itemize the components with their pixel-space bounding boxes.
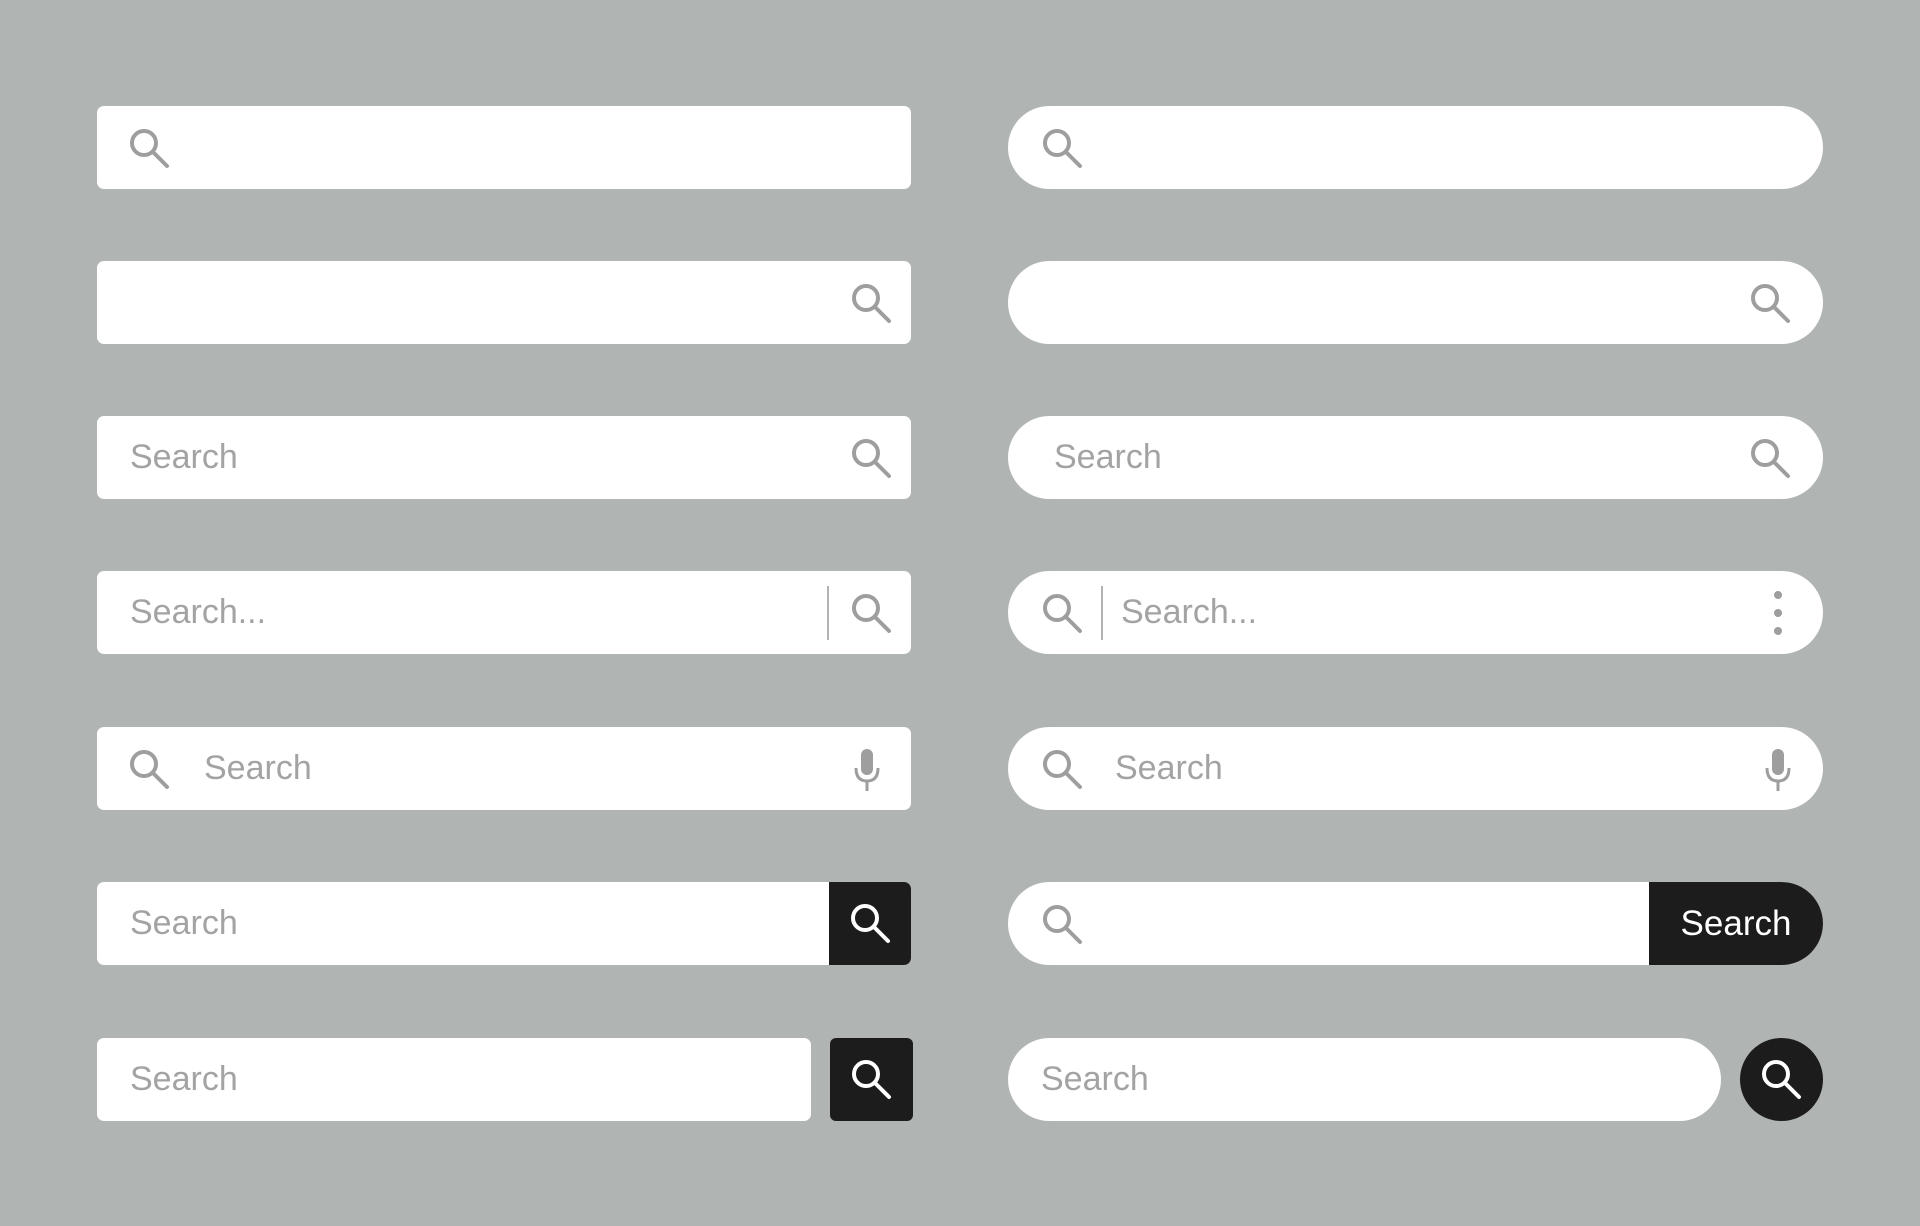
search-placeholder: Search bbox=[204, 749, 312, 787]
search-placeholder: Search bbox=[1054, 438, 1162, 476]
search-placeholder: Search bbox=[1115, 749, 1223, 787]
search-bar-row7-right[interactable]: Search bbox=[1008, 1038, 1721, 1121]
search-icon bbox=[851, 904, 890, 943]
search-bar-row2-left[interactable] bbox=[97, 261, 911, 344]
search-placeholder: Search bbox=[130, 438, 238, 476]
search-bar-row1-left[interactable] bbox=[97, 106, 911, 189]
search-icon bbox=[1043, 750, 1082, 789]
search-icon bbox=[1043, 129, 1082, 168]
search-placeholder: Search... bbox=[130, 593, 267, 631]
divider bbox=[1101, 586, 1103, 640]
search-icon[interactable] bbox=[1748, 436, 1792, 480]
search-button[interactable] bbox=[1740, 1038, 1823, 1121]
search-placeholder: Search bbox=[1041, 1060, 1149, 1098]
search-bar-row4-right[interactable]: Search... bbox=[1008, 571, 1823, 654]
search-icon[interactable] bbox=[849, 281, 893, 325]
microphone-icon[interactable] bbox=[1763, 747, 1793, 793]
search-placeholder: Search bbox=[130, 1060, 238, 1098]
search-icon bbox=[1043, 905, 1082, 944]
divider bbox=[827, 586, 829, 640]
more-options-icon[interactable] bbox=[1774, 591, 1782, 635]
search-bar-row1-right[interactable] bbox=[1008, 106, 1823, 189]
search-bar-row6-left[interactable]: Search bbox=[97, 882, 911, 965]
microphone-icon[interactable] bbox=[852, 747, 882, 793]
search-bar-row2-right[interactable] bbox=[1008, 261, 1823, 344]
search-icon bbox=[130, 750, 169, 789]
search-bar-row5-right[interactable]: Search bbox=[1008, 727, 1823, 810]
search-icon[interactable] bbox=[1040, 591, 1084, 635]
search-button[interactable] bbox=[829, 882, 911, 965]
search-bar-row3-right[interactable]: Search bbox=[1008, 416, 1823, 499]
search-icon bbox=[852, 1060, 891, 1099]
search-icon[interactable] bbox=[1748, 281, 1792, 325]
search-bar-row6-right[interactable]: Search bbox=[1008, 882, 1823, 965]
search-bar-row4-left[interactable]: Search... bbox=[97, 571, 911, 654]
search-bar-row7-left[interactable]: Search bbox=[97, 1038, 811, 1121]
search-icon bbox=[130, 129, 169, 168]
search-placeholder: Search... bbox=[1121, 593, 1258, 631]
search-icon[interactable] bbox=[849, 591, 893, 635]
search-button[interactable]: Search bbox=[1649, 882, 1823, 965]
search-bar-row5-left[interactable]: Search bbox=[97, 727, 911, 810]
search-button[interactable] bbox=[830, 1038, 913, 1121]
search-icon[interactable] bbox=[849, 436, 893, 480]
search-placeholder: Search bbox=[130, 904, 238, 942]
search-bar-row3-left[interactable]: Search bbox=[97, 416, 911, 499]
search-icon bbox=[1762, 1060, 1801, 1099]
